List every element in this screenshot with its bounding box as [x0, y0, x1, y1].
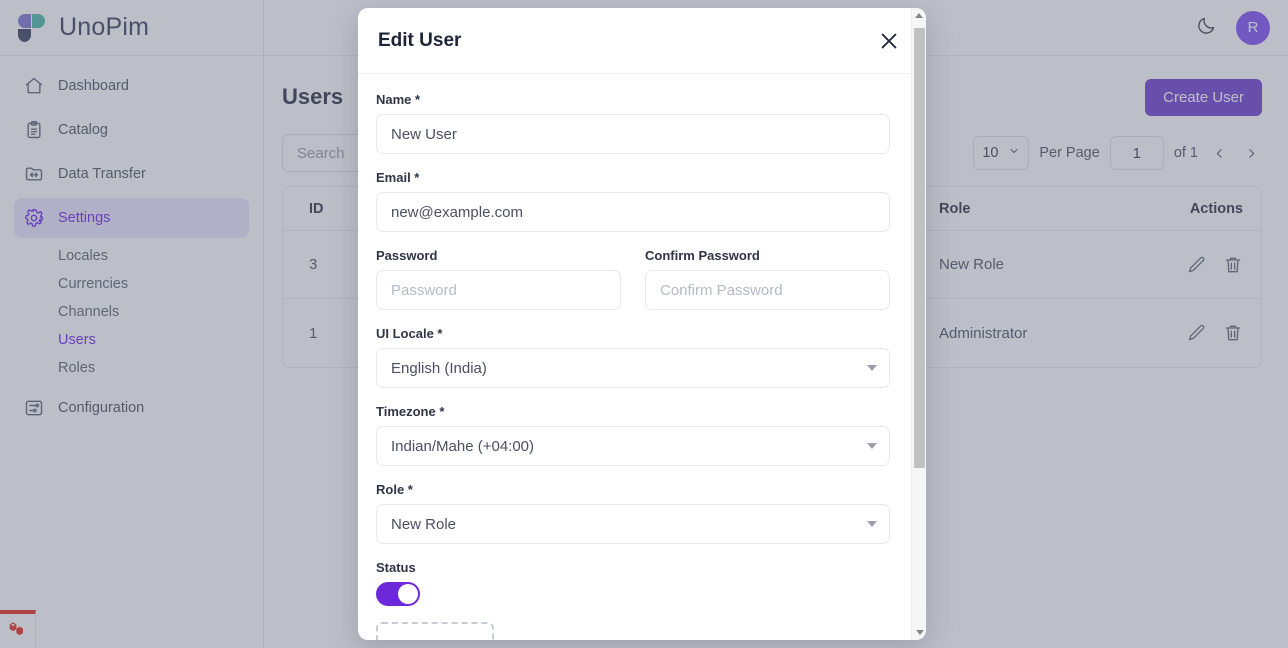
label-role: Role * — [376, 482, 890, 497]
field-role: Role * New Role — [376, 482, 890, 544]
label-timezone: Timezone * — [376, 404, 890, 419]
modal-header: Edit User — [358, 8, 926, 74]
confirm-password-input[interactable]: Confirm Password — [645, 270, 890, 310]
chevron-down-icon — [867, 521, 877, 527]
chevron-down-icon — [867, 365, 877, 371]
status-toggle[interactable] — [376, 582, 420, 606]
toggle-knob — [398, 584, 418, 604]
ui-locale-value: English (India) — [391, 360, 487, 377]
name-input[interactable]: New User — [376, 114, 890, 154]
field-confirm-password: Confirm Password Confirm Password — [645, 248, 890, 310]
caret-down-icon — [916, 630, 924, 635]
scroll-up-button[interactable] — [912, 8, 926, 23]
image-upload-dropzone[interactable] — [376, 622, 494, 640]
label-name: Name * — [376, 92, 890, 107]
timezone-value: Indian/Mahe (+04:00) — [391, 438, 534, 455]
scrollbar-thumb[interactable] — [914, 28, 925, 468]
label-confirm-password: Confirm Password — [645, 248, 890, 263]
edit-user-modal: Edit User Name * New User Email * new@ex… — [358, 8, 926, 640]
field-email: Email * new@example.com — [376, 170, 890, 232]
ui-locale-select[interactable]: English (India) — [376, 348, 890, 388]
label-ui-locale: UI Locale * — [376, 326, 890, 341]
modal-title: Edit User — [378, 30, 461, 52]
field-password: Password Password — [376, 248, 621, 310]
label-status: Status — [376, 560, 890, 575]
role-value: New Role — [391, 516, 456, 533]
password-row: Password Password Confirm Password Confi… — [376, 248, 890, 326]
chevron-down-icon — [867, 443, 877, 449]
scroll-down-button[interactable] — [912, 625, 926, 640]
email-input[interactable]: new@example.com — [376, 192, 890, 232]
field-timezone: Timezone * Indian/Mahe (+04:00) — [376, 404, 890, 466]
close-icon[interactable] — [876, 28, 902, 54]
password-input[interactable]: Password — [376, 270, 621, 310]
modal-body: Name * New User Email * new@example.com … — [358, 74, 926, 640]
field-status: Status — [376, 560, 890, 606]
field-name: Name * New User — [376, 92, 890, 154]
caret-up-icon — [915, 13, 923, 18]
label-password: Password — [376, 248, 621, 263]
timezone-select[interactable]: Indian/Mahe (+04:00) — [376, 426, 890, 466]
modal-scrollbar[interactable] — [911, 8, 926, 640]
field-ui-locale: UI Locale * English (India) — [376, 326, 890, 388]
role-select[interactable]: New Role — [376, 504, 890, 544]
label-email: Email * — [376, 170, 890, 185]
